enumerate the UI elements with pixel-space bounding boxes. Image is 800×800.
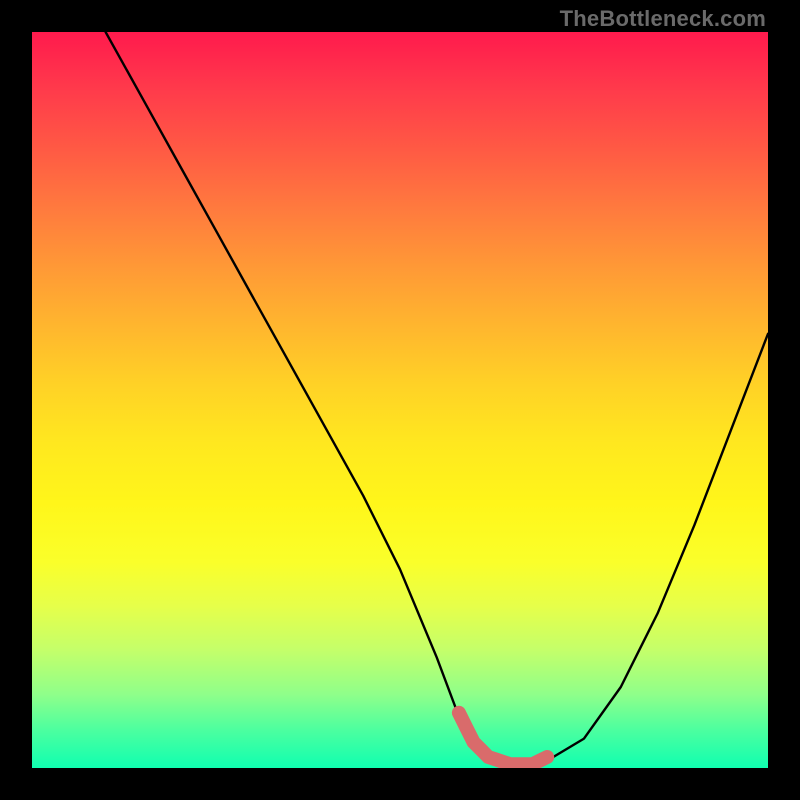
watermark-text: TheBottleneck.com: [560, 6, 766, 32]
chart-frame: TheBottleneck.com: [0, 0, 800, 800]
highlight-range: [459, 713, 547, 765]
bottleneck-curve: [106, 32, 768, 768]
curve-svg: [32, 32, 768, 768]
plot-area: [32, 32, 768, 768]
